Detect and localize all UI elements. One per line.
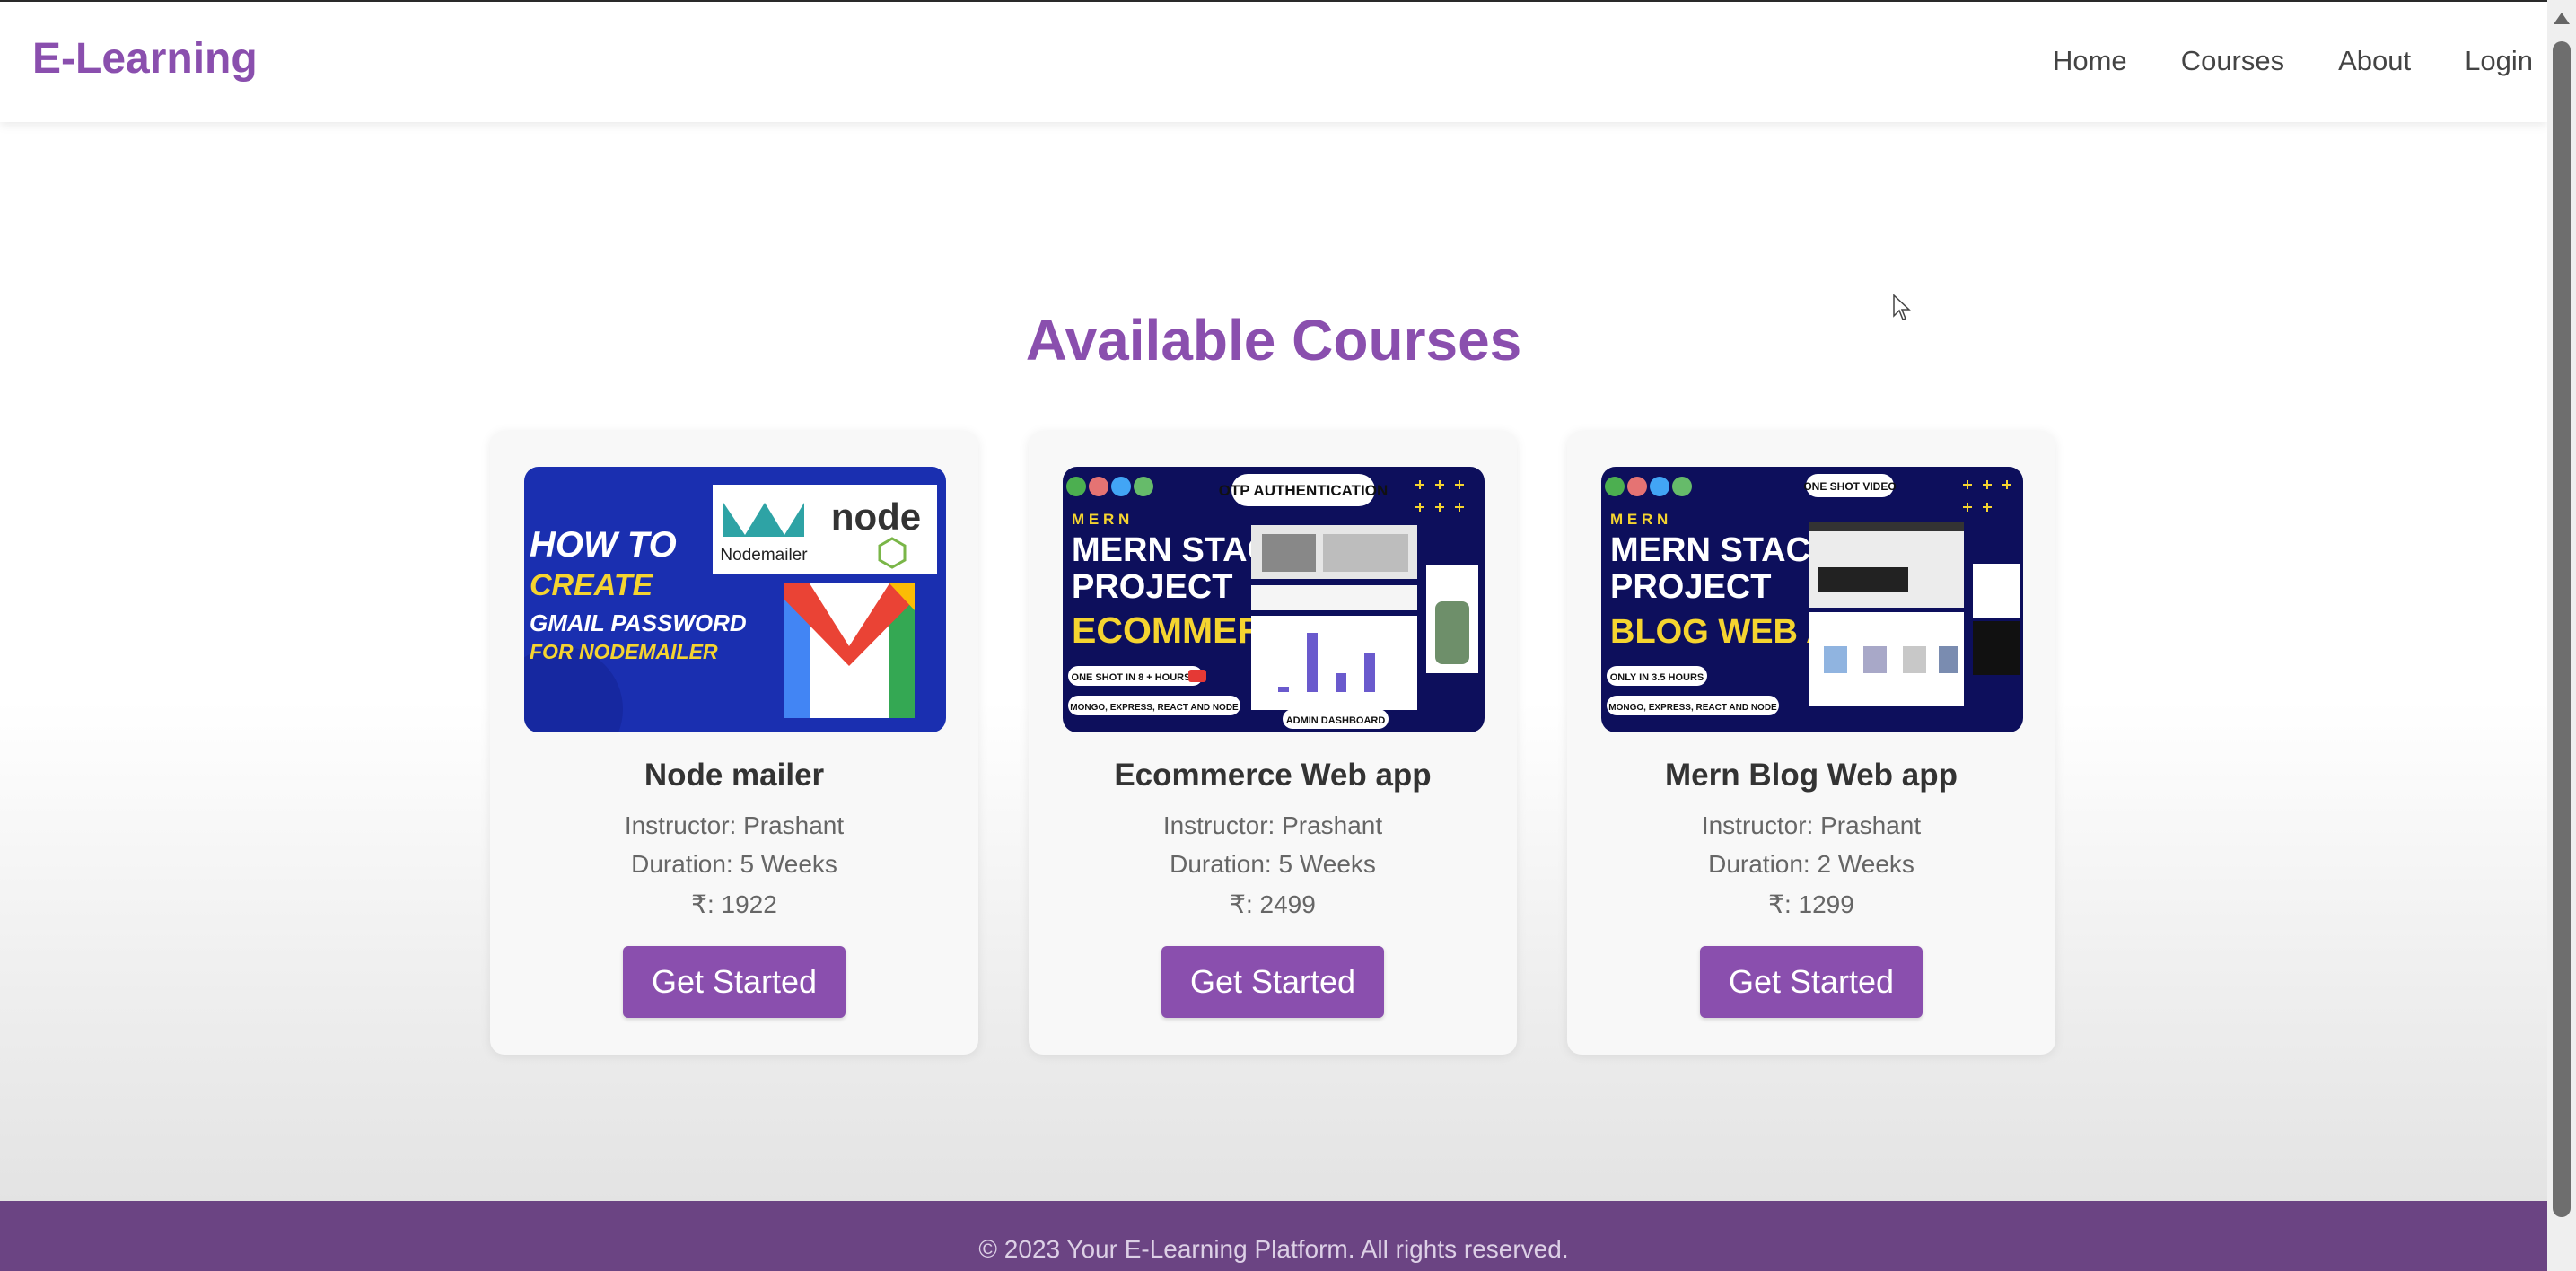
nav-login[interactable]: Login (2465, 45, 2533, 77)
svg-text:HOW TO: HOW TO (530, 525, 677, 565)
nav-about[interactable]: About (2338, 45, 2411, 77)
svg-text:ADMIN DASHBOARD: ADMIN DASHBOARD (1286, 715, 1386, 726)
nav-links: Home Courses About Login (1999, 45, 2533, 77)
course-price: ₹: 1922 (691, 890, 777, 918)
course-duration: Duration: 5 Weeks (631, 850, 837, 878)
svg-text:ONE SHOT VIDEO: ONE SHOT VIDEO (1803, 480, 1896, 493)
svg-text:MONGO, EXPRESS, REACT AND NODE: MONGO, EXPRESS, REACT AND NODE (1070, 703, 1239, 713)
course-title: Ecommerce Web app (1114, 758, 1432, 793)
svg-text:GMAIL PASSWORD: GMAIL PASSWORD (530, 609, 747, 636)
course-title: Node mailer (644, 758, 825, 793)
svg-text:Nodemailer: Nodemailer (720, 546, 808, 565)
svg-text:node: node (831, 495, 921, 538)
course-instructor: Instructor: Prashant (1701, 811, 1922, 839)
scroll-up-arrow-icon[interactable] (2554, 13, 2570, 24)
footer: © 2023 Your E-Learning Platform. All rig… (0, 1201, 2547, 1271)
course-card-ecommerce: M E R N OTP AUTHENTICATION MERN STACK PR… (1029, 431, 1517, 1055)
course-price: ₹: 2499 (1230, 890, 1316, 918)
thumbnail-ecommerce: M E R N OTP AUTHENTICATION MERN STACK PR… (1063, 467, 1485, 732)
svg-text:M E R N: M E R N (1610, 511, 1668, 528)
thumbnail-nodemailer: Nodemailer node HOW TO CREATE GMAIL PASS… (524, 467, 946, 732)
svg-text:OTP AUTHENTICATION: OTP AUTHENTICATION (1219, 482, 1389, 499)
course-duration: Duration: 5 Weeks (1170, 850, 1376, 878)
svg-text:FOR NODEMAILER: FOR NODEMAILER (530, 640, 718, 663)
svg-text:ONLY IN 3.5 HOURS: ONLY IN 3.5 HOURS (1610, 672, 1704, 683)
course-instructor: Instructor: Prashant (1162, 811, 1383, 839)
course-duration: Duration: 2 Weeks (1708, 850, 1914, 878)
scrollbar-thumb[interactable] (2553, 41, 2571, 1217)
navbar: E-Learning Home Courses About Login (0, 0, 2547, 122)
svg-text:PROJECT: PROJECT (1610, 568, 1771, 606)
get-started-button[interactable]: Get Started (1161, 946, 1384, 1018)
thumbnail-blog: M E R N ONE SHOT VIDEO MERN STACK PROJEC… (1601, 467, 2023, 732)
nav-home[interactable]: Home (2053, 45, 2127, 77)
course-instructor: Instructor: Prashant (624, 811, 845, 839)
page-title: Available Courses (1025, 308, 1522, 373)
svg-text:M E R N: M E R N (1072, 511, 1129, 528)
course-title: Mern Blog Web app (1664, 758, 1958, 793)
get-started-button[interactable]: Get Started (1700, 946, 1923, 1018)
svg-text:ONE SHOT IN 8 + HOURS: ONE SHOT IN 8 + HOURS (1072, 672, 1191, 683)
course-thumbnail: M E R N ONE SHOT VIDEO MERN STACK PROJEC… (1601, 467, 2023, 732)
svg-text:CREATE: CREATE (530, 568, 654, 602)
course-card-node-mailer: Nodemailer node HOW TO CREATE GMAIL PASS… (490, 431, 978, 1055)
course-card-blog: M E R N ONE SHOT VIDEO MERN STACK PROJEC… (1567, 431, 2055, 1055)
page: E-Learning Home Courses About Login Avai… (0, 0, 2547, 1271)
svg-text:PROJECT: PROJECT (1072, 568, 1232, 606)
footer-copyright: © 2023 Your E-Learning Platform. All rig… (978, 1235, 1569, 1263)
get-started-button[interactable]: Get Started (623, 946, 846, 1018)
course-price: ₹: 1299 (1768, 890, 1854, 918)
course-thumbnail: M E R N OTP AUTHENTICATION MERN STACK PR… (1063, 467, 1485, 732)
brand-logo[interactable]: E-Learning (32, 34, 258, 83)
nav-courses[interactable]: Courses (2181, 45, 2284, 77)
vertical-scrollbar[interactable] (2547, 0, 2576, 1271)
mouse-cursor-icon (1893, 294, 1911, 320)
course-thumbnail: Nodemailer node HOW TO CREATE GMAIL PASS… (524, 467, 946, 732)
svg-text:MERN STACK: MERN STACK (1610, 531, 1836, 569)
svg-text:MONGO, EXPRESS, REACT AND NODE: MONGO, EXPRESS, REACT AND NODE (1608, 703, 1777, 713)
